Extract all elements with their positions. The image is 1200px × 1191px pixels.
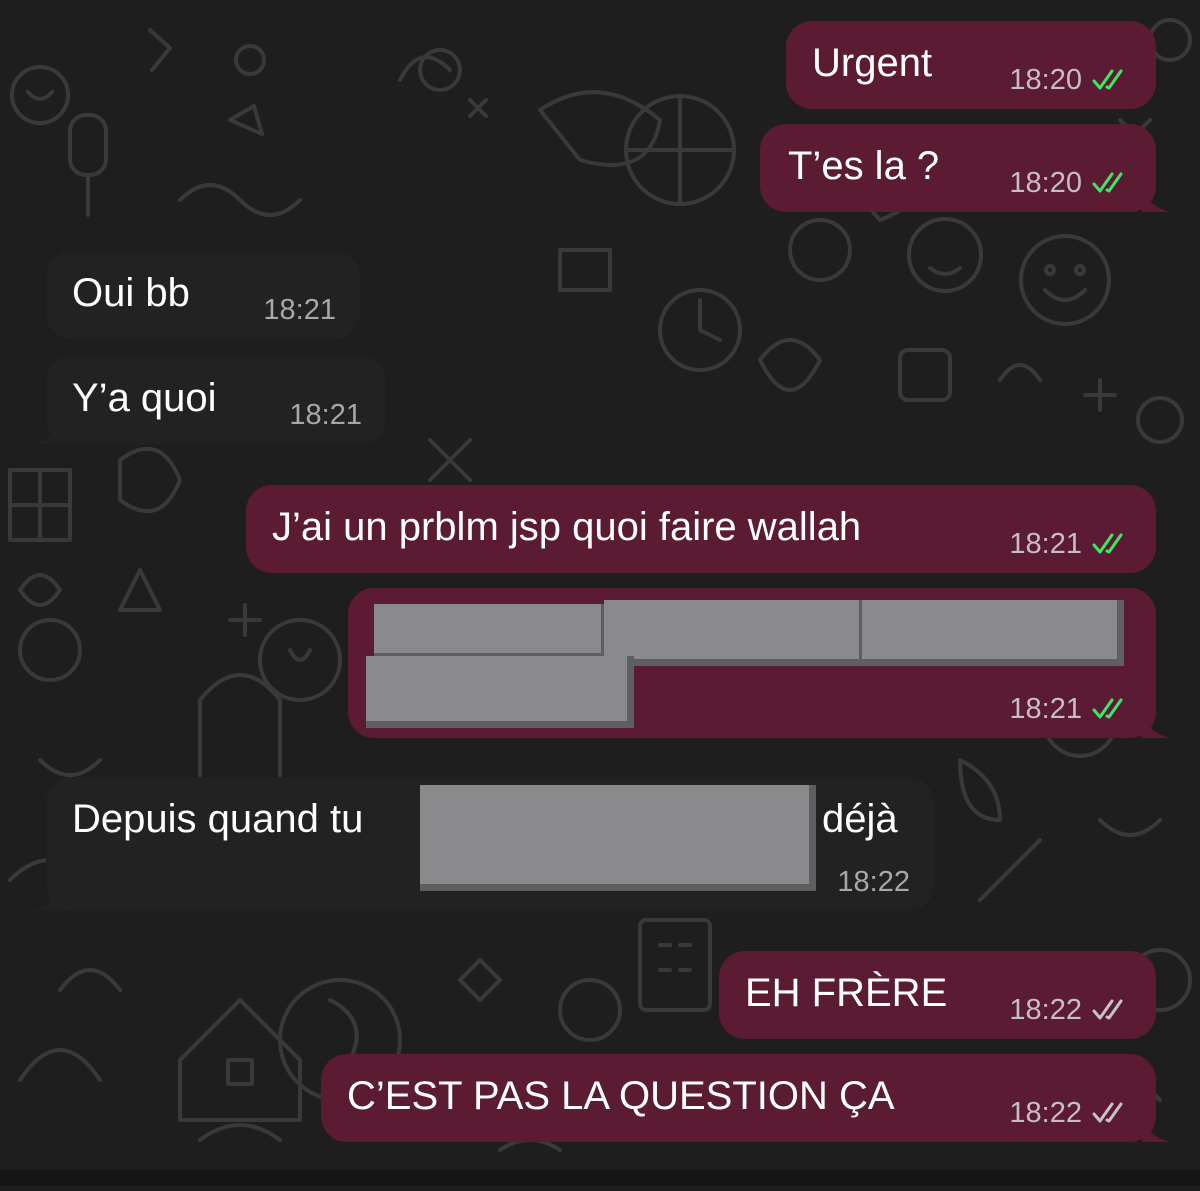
double-check-icon [1092,999,1123,1020]
bottom-edge [0,1170,1200,1186]
outgoing-message[interactable]: Urgent 18:20 [786,21,1156,109]
outgoing-message[interactable]: C’EST PAS LA QUESTION ÇA 18:22 [321,1054,1172,1142]
message-time: 18:21 [1009,528,1082,560]
message-meta: 18:22 [1009,1097,1132,1129]
message-meta: 18:20 [1009,64,1132,96]
message-meta: 18:21 [263,294,336,326]
double-check-icon [1092,69,1123,90]
message-text: Urgent [812,41,933,85]
message-meta: 18:21 [1009,528,1132,560]
message-time: 18:22 [1009,1097,1082,1129]
message-time: 18:20 [1009,64,1082,96]
message-text: EH FRÈRE [745,971,948,1015]
double-check-icon [1092,698,1123,719]
incoming-message[interactable]: Oui bb 18:21 [46,251,360,339]
message-text: C’EST PAS LA QUESTION ÇA [347,1074,895,1118]
outgoing-message[interactable]: J’ai un prblm jsp quoi faire wallah 18:2… [246,485,1156,573]
outgoing-message[interactable]: T’es la ? 18:20 [760,124,1172,212]
bubble-tail [30,881,60,911]
double-check-icon [1092,533,1123,554]
redaction-block [420,785,816,891]
bubble-tail [1142,182,1172,212]
message-text-before: Depuis quand tu [72,797,364,841]
message-text: J’ai un prblm jsp quoi faire wallah [272,505,862,549]
bubble-tail [30,414,60,444]
outgoing-message-redacted[interactable]: 18:21 [348,588,1172,738]
message-meta: 18:22 [837,866,910,898]
message-meta: 18:22 [1009,994,1132,1026]
redaction-block [862,600,1124,666]
message-meta: 18:21 [289,399,362,431]
redaction-block [374,604,608,660]
message-text-after: déjà [822,797,898,841]
message-text: T’es la ? [788,144,940,188]
redaction-block [366,656,634,728]
double-check-icon [1092,1102,1123,1123]
message-meta: 18:20 [1009,167,1132,199]
message-text: Oui bb [72,271,190,315]
message-time: 18:22 [837,866,910,898]
incoming-message[interactable]: Depuis quand tu déjà 18:22 [30,777,934,911]
message-text: Y’a quoi [72,376,217,420]
message-time: 18:21 [263,294,336,326]
message-time: 18:22 [1009,994,1082,1026]
redaction-block [604,600,866,666]
message-meta: 18:21 [1009,693,1132,725]
double-check-icon [1092,172,1123,193]
incoming-message[interactable]: Y’a quoi 18:21 [30,356,386,444]
bubble-tail [1142,708,1172,738]
message-time: 18:20 [1009,167,1082,199]
message-time: 18:21 [289,399,362,431]
outgoing-message[interactable]: EH FRÈRE 18:22 [719,951,1156,1039]
bubble-tail [1142,1112,1172,1142]
message-time: 18:21 [1009,693,1082,725]
